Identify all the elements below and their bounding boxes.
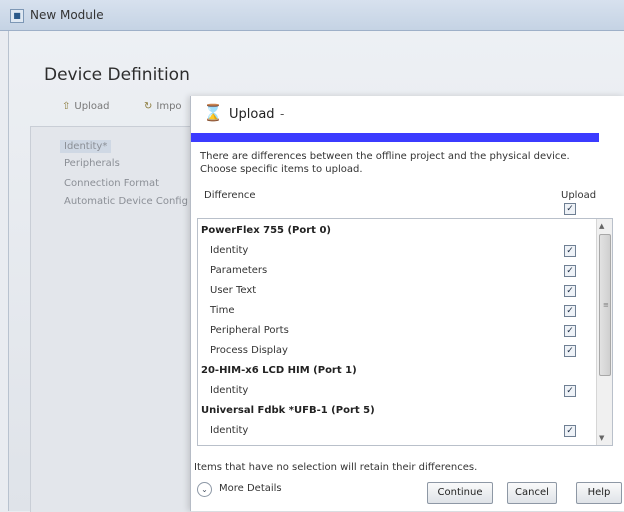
upload-checkbox[interactable]: ✓	[564, 345, 576, 357]
list-group-header: Universal Fdbk *UFB-1 (Port 5)	[198, 401, 596, 421]
upload-column-header: Upload	[561, 190, 597, 201]
scrollbar[interactable]: ▲ ≡ ▼	[596, 219, 612, 445]
info-text: There are differences between the offlin…	[200, 150, 600, 176]
list-item[interactable]: Identity ✓	[198, 241, 596, 261]
upload-checkbox[interactable]: ✓	[564, 425, 576, 437]
dialog-header: ⌛ Upload -	[191, 96, 624, 132]
item-label: Identity	[210, 385, 249, 396]
item-label: Process Display	[210, 345, 288, 356]
dialog-title: Upload	[229, 107, 275, 122]
difference-list: PowerFlex 755 (Port 0) Identity ✓ Parameter…	[197, 218, 613, 446]
item-label: Parameters	[210, 265, 268, 276]
item-label: Peripheral Ports	[210, 325, 289, 336]
upload-dialog: ⌛ Upload - There are differences between…	[190, 96, 624, 511]
sidebar-item-peripherals[interactable]: Peripherals	[64, 158, 120, 169]
difference-column-header: Difference	[204, 190, 256, 201]
info-line-1: There are differences between the offlin…	[200, 151, 570, 162]
window-title: New Module	[30, 8, 104, 22]
scroll-down-icon[interactable]: ▼	[599, 434, 604, 442]
progress-fill	[191, 133, 599, 142]
scroll-thumb[interactable]: ≡	[599, 234, 611, 376]
chevron-down-icon: ⌄	[197, 482, 212, 497]
list-item[interactable]: Process Display ✓	[198, 341, 596, 361]
list-item[interactable]: Identity ✓	[198, 421, 596, 441]
info-line-2: Choose specific items to upload.	[200, 164, 363, 175]
upload-checkbox[interactable]: ✓	[564, 305, 576, 317]
list-item[interactable]: Peripheral Ports ✓	[198, 321, 596, 341]
cancel-button[interactable]: Cancel	[507, 482, 557, 504]
upload-checkbox[interactable]: ✓	[564, 265, 576, 277]
import-toolbar-button[interactable]: ↻ Impo	[144, 101, 182, 112]
list-group-header: Network STO *S3 (Port 6)	[198, 441, 596, 446]
more-details-label: More Details	[219, 483, 282, 494]
sidebar-item-connection-format[interactable]: Connection Format	[64, 178, 159, 189]
page-title: Device Definition	[44, 65, 190, 85]
window-titlebar: ■ New Module	[0, 0, 624, 31]
group-label: Universal Fdbk *UFB-1 (Port 5)	[201, 405, 375, 416]
list-item[interactable]: Parameters ✓	[198, 261, 596, 281]
group-label: PowerFlex 755 (Port 0)	[201, 225, 331, 236]
list-item[interactable]: User Text ✓	[198, 281, 596, 301]
list-group-header: 20-HIM-x6 LCD HIM (Port 1)	[198, 361, 596, 381]
list-item[interactable]: Time ✓	[198, 301, 596, 321]
upload-checkbox[interactable]: ✓	[564, 325, 576, 337]
scroll-up-icon[interactable]: ▲	[599, 222, 604, 230]
upload-checkbox[interactable]: ✓	[564, 385, 576, 397]
hourglass-icon: ⌛	[203, 103, 223, 122]
select-all-checkbox[interactable]: ✓	[564, 203, 576, 215]
upload-icon: ⇧	[62, 101, 71, 112]
import-icon: ↻	[144, 101, 153, 112]
progress-bar	[191, 133, 599, 142]
group-label: 20-HIM-x6 LCD HIM (Port 1)	[201, 365, 357, 376]
retain-note: Items that have no selection will retain…	[194, 462, 478, 473]
group-label: Network STO *S3 (Port 6)	[201, 445, 344, 446]
list-item[interactable]: Identity ✓	[198, 381, 596, 401]
upload-checkbox[interactable]: ✓	[564, 245, 576, 257]
grip-icon: ≡	[603, 301, 609, 309]
continue-button[interactable]: Continue	[427, 482, 493, 504]
help-button[interactable]: Help	[576, 482, 622, 504]
list-group-header: PowerFlex 755 (Port 0)	[198, 221, 596, 241]
upload-toolbar-button[interactable]: ⇧ Upload	[62, 101, 109, 112]
item-label: User Text	[210, 285, 257, 296]
sidebar-item-identity[interactable]: Identity*	[60, 140, 112, 153]
upload-checkbox[interactable]: ✓	[564, 285, 576, 297]
item-label: Identity	[210, 245, 249, 256]
item-label: Time	[210, 305, 235, 316]
item-label: Identity	[210, 425, 249, 436]
dialog-title-caret: -	[280, 107, 285, 121]
sidebar-item-automatic-device-config[interactable]: Automatic Device Config	[64, 196, 188, 207]
app-icon: ■	[10, 9, 24, 23]
